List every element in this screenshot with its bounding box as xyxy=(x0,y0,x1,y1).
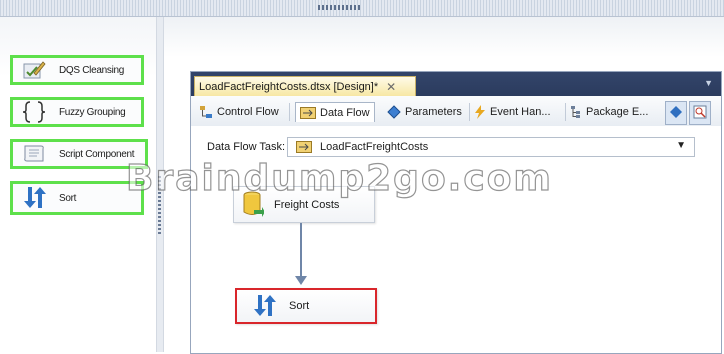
chevron-down-icon[interactable]: ▼ xyxy=(676,140,686,151)
data-path-arrowhead xyxy=(295,276,307,285)
tab-package-explorer[interactable]: Package E... xyxy=(570,102,648,122)
toolbox-item-dqs-cleansing[interactable]: DQS Cleansing xyxy=(10,55,144,85)
braces-icon xyxy=(17,99,51,125)
data-flow-task-label: Data Flow Task: xyxy=(207,141,286,153)
zoom-icon xyxy=(693,105,707,122)
splitter-grip[interactable] xyxy=(318,5,362,10)
close-icon[interactable]: ✕ xyxy=(386,80,396,94)
tab-label: Parameters xyxy=(405,106,462,118)
tab-label: Event Han... xyxy=(490,106,551,118)
sort-arrows-icon xyxy=(251,294,277,318)
toolbox-item-label: Sort xyxy=(59,192,77,204)
tab-divider xyxy=(565,103,566,121)
database-source-icon xyxy=(242,190,264,220)
data-flow-icon xyxy=(296,141,312,153)
tab-divider xyxy=(289,103,290,121)
ssis-toolbox: DQS Cleansing Fuzzy Grouping Script Comp… xyxy=(0,17,156,352)
designer-tabs: Control Flow Data Flow Parameters Event … xyxy=(191,96,721,127)
pane-splitter-grip[interactable] xyxy=(158,176,161,236)
tab-data-flow[interactable]: Data Flow xyxy=(295,102,375,122)
tab-divider xyxy=(469,103,470,121)
zoom-button[interactable] xyxy=(689,101,711,125)
chevron-down-icon[interactable]: ▼ xyxy=(704,78,713,88)
toolbox-item-fuzzy-grouping[interactable]: Fuzzy Grouping xyxy=(10,97,144,127)
data-flow-task-row: Data Flow Task: LoadFactFreightCosts ▼ xyxy=(191,126,721,174)
data-path-arrow[interactable] xyxy=(300,223,302,279)
package-designer: LoadFactFreightCosts.dtsx [Design]* ✕ ▼ … xyxy=(190,71,722,354)
tab-event-handlers[interactable]: Event Han... xyxy=(474,102,551,122)
component-label: Freight Costs xyxy=(274,198,340,211)
tab-label: Control Flow xyxy=(217,106,279,118)
toolbox-item-sort[interactable]: Sort xyxy=(10,181,144,215)
toolbox-item-script-component[interactable]: Script Component xyxy=(10,139,148,169)
tab-control-flow[interactable]: Control Flow xyxy=(199,102,279,122)
sort-arrows-icon xyxy=(17,185,51,211)
parameters-icon xyxy=(387,105,401,119)
document-tab[interactable]: LoadFactFreightCosts.dtsx [Design]* ✕ xyxy=(194,76,416,96)
data-flow-icon xyxy=(300,106,316,119)
tab-label: Package E... xyxy=(586,106,649,118)
data-flow-task-value: LoadFactFreightCosts xyxy=(320,141,429,153)
tab-parameters[interactable]: Parameters xyxy=(387,102,462,122)
document-tab-strip: LoadFactFreightCosts.dtsx [Design]* ✕ ▼ xyxy=(191,72,721,96)
top-splitter[interactable] xyxy=(0,0,724,17)
pencil-check-icon xyxy=(17,57,51,83)
component-sort[interactable]: Sort xyxy=(235,288,377,324)
tree-icon xyxy=(570,105,582,119)
component-label: Sort xyxy=(289,300,310,312)
toolbox-item-label: DQS Cleansing xyxy=(59,64,125,76)
diamond-icon xyxy=(669,105,683,122)
data-flow-task-select[interactable]: LoadFactFreightCosts ▼ xyxy=(287,137,695,157)
lightning-icon xyxy=(474,105,486,119)
script-icon xyxy=(17,141,51,167)
data-flow-canvas[interactable]: Freight Costs Sort xyxy=(191,174,721,353)
component-freight-costs[interactable]: Freight Costs xyxy=(233,186,375,223)
document-tab-title: LoadFactFreightCosts.dtsx [Design]* xyxy=(199,80,379,93)
control-flow-icon xyxy=(199,105,213,119)
parameters-button[interactable] xyxy=(665,101,687,125)
toolbox-item-label: Script Component xyxy=(59,148,135,160)
toolbox-item-label: Fuzzy Grouping xyxy=(59,106,126,118)
tab-label: Data Flow xyxy=(320,106,370,119)
